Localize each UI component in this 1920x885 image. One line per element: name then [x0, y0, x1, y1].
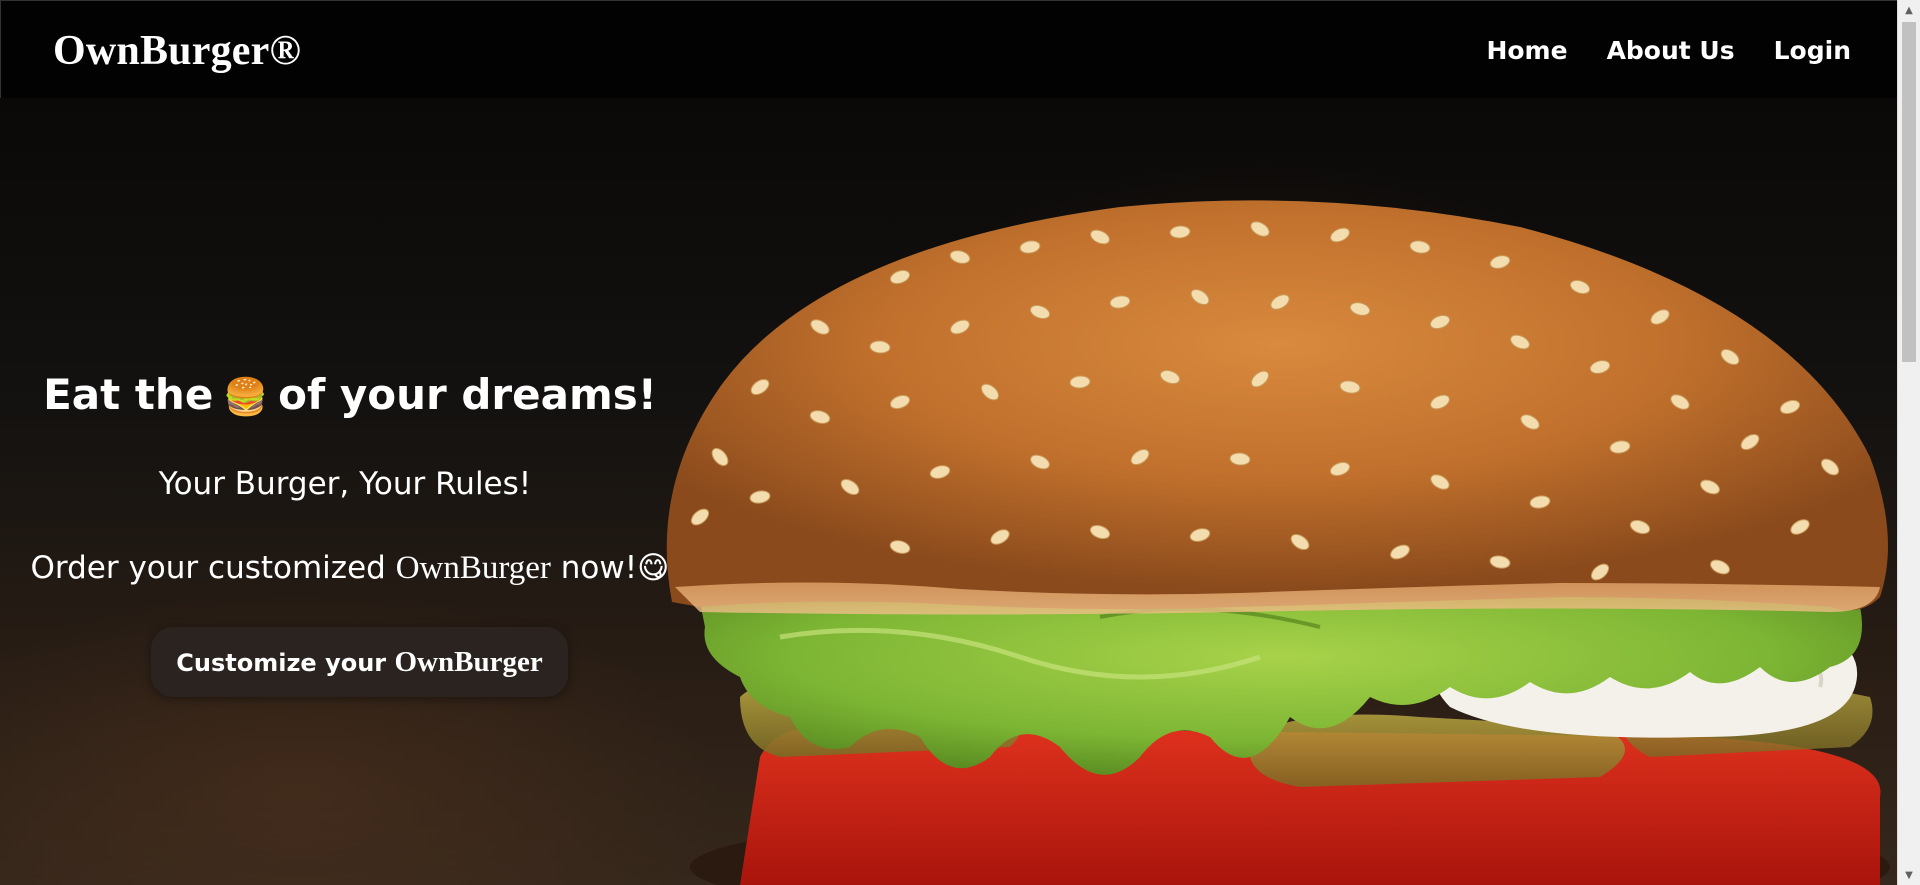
- nav-links: Home About Us Login: [1486, 31, 1851, 71]
- hero-order-line: Order your customized OwnBurger now!😋: [0, 548, 700, 588]
- hero-headline: Eat the 🍔 of your dreams!: [0, 367, 700, 426]
- order-text-after: now!: [550, 550, 638, 586]
- nav-link-about-us[interactable]: About Us: [1607, 31, 1735, 71]
- hero-subline: Your Burger, Your Rules!: [158, 466, 532, 502]
- navbar: OwnBurger® Home About Us Login: [0, 0, 1899, 98]
- order-brand: OwnBurger: [395, 550, 551, 586]
- headline-text-after: of your dreams!: [278, 370, 657, 419]
- page: OwnBurger® Home About Us Login Eat the 🍔 o…: [0, 0, 1920, 885]
- scroll-down-arrow-icon[interactable]: ▼: [1898, 865, 1920, 885]
- order-text-before: Order your customized: [30, 550, 396, 586]
- vertical-scrollbar[interactable]: ▲ ▼: [1897, 0, 1920, 885]
- burger-emoji-icon: 🍔: [223, 377, 269, 418]
- headline-text-before: Eat the: [43, 370, 214, 419]
- hero-text: Eat the 🍔 of your dreams! Your Burger, You…: [0, 97, 700, 885]
- nav-link-home[interactable]: Home: [1486, 31, 1567, 71]
- brand-logo[interactable]: OwnBurger®: [53, 23, 301, 79]
- scroll-thumb[interactable]: [1902, 22, 1916, 362]
- scroll-up-arrow-icon[interactable]: ▲: [1898, 0, 1920, 20]
- customize-burger-button[interactable]: Customize your OwnBurger: [151, 627, 568, 697]
- nav-link-login[interactable]: Login: [1774, 31, 1851, 71]
- cta-text-before: Customize your: [176, 649, 395, 677]
- yum-emoji-icon: 😋: [637, 550, 670, 586]
- cta-brand: OwnBurger: [394, 646, 543, 678]
